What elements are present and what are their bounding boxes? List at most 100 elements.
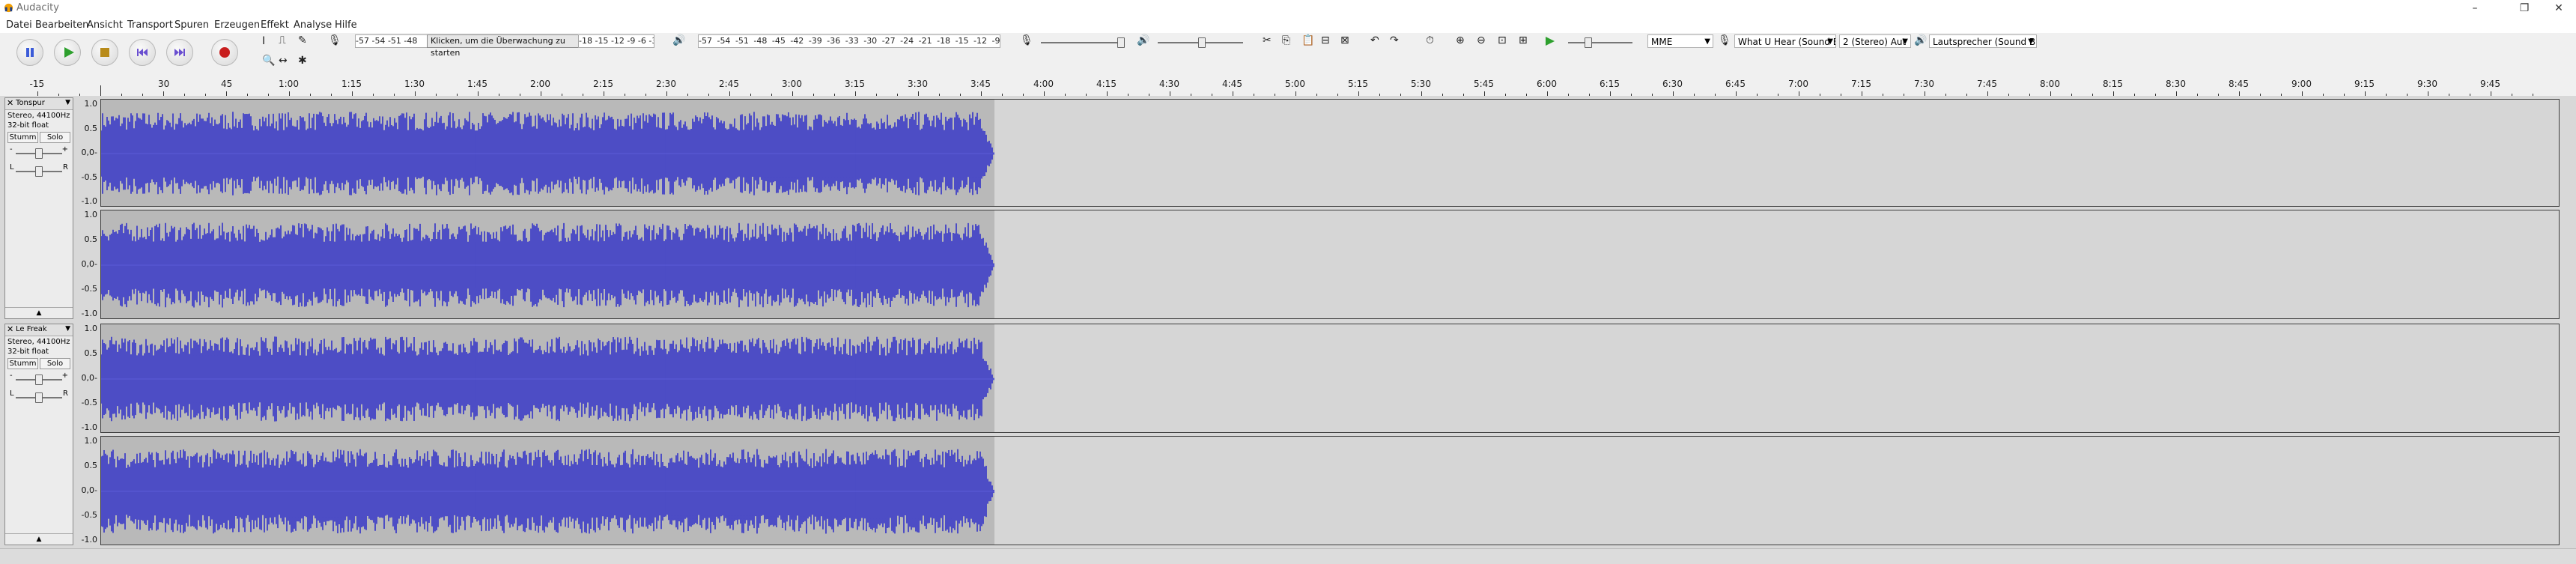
waveform (101, 449, 994, 534)
gain-knob[interactable] (35, 148, 43, 159)
redo-icon[interactable]: ↷ (1390, 34, 1399, 46)
ruler-zero-marker (100, 85, 101, 96)
ruler-label: 2:30 (656, 79, 676, 89)
pan-right-label: R (63, 389, 68, 398)
menu-hilfe[interactable]: Hilfe (335, 19, 357, 31)
close-track-icon[interactable]: ✕ (7, 324, 13, 334)
paste-icon[interactable]: 📋 (1301, 34, 1314, 46)
record-meter-tick: -57 (356, 36, 369, 46)
track-menu-arrow-icon[interactable]: ▼ (65, 325, 70, 333)
menu-analyse[interactable]: Analyse (294, 19, 332, 31)
mute-button[interactable]: Stumm (7, 132, 38, 143)
playback-meter-tick: -54 (717, 36, 731, 46)
menu-ansicht[interactable]: Ansicht (87, 19, 123, 31)
ruler-label: 3:00 (782, 79, 802, 89)
cut-icon[interactable]: ✂ (1263, 34, 1272, 46)
mute-button[interactable]: Stumm (7, 358, 38, 369)
play-speed-knob[interactable] (1585, 37, 1592, 48)
play-button[interactable] (54, 39, 81, 66)
waveform-channel[interactable] (100, 436, 2560, 545)
zoom-out-icon[interactable]: ⊖ (1477, 34, 1486, 46)
record-volume-knob[interactable] (1117, 37, 1125, 48)
title-bar: Audacity – ❐ ✕ (0, 0, 2576, 16)
amplitude-scale[interactable]: 1.0 0.5 0,0- -0.5 -1.0 (75, 324, 100, 433)
waveform-channel[interactable] (100, 210, 2560, 319)
ruler-label: 1:00 (279, 79, 299, 89)
record-volume-slider[interactable] (1041, 42, 1123, 43)
collapse-track-button[interactable]: ▲ (5, 307, 73, 318)
record-meter-tick: -15 (595, 36, 609, 46)
ruler-label: 4:00 (1033, 79, 1054, 89)
record-meter-tick: -9 (627, 36, 636, 46)
menu-bearbeiten[interactable]: Bearbeiten (35, 19, 88, 31)
pause-button[interactable] (16, 39, 43, 66)
skip-to-start-button[interactable] (129, 39, 156, 66)
menu-spuren[interactable]: Spuren (174, 19, 209, 31)
play-speed-slider[interactable] (1568, 42, 1632, 43)
microphone-icon[interactable]: 🎙 (328, 34, 341, 46)
waveform-channel[interactable] (100, 99, 2560, 207)
menu-erzeugen[interactable]: Erzeugen (214, 19, 260, 31)
record-meter-hint[interactable]: Klicken, um die Überwachung zu starten (427, 34, 580, 58)
recording-device-select[interactable]: What U Hear (Sound B ▼ (1734, 34, 1836, 48)
audio-host-select[interactable]: MME ▼ (1647, 34, 1713, 48)
record-meter-tick: -12 (610, 36, 625, 46)
solo-button[interactable]: Solo (40, 358, 70, 369)
track-header[interactable]: ✕ Le Freak ▼ (5, 324, 73, 336)
timeline-ruler[interactable]: -15 30 45 1:00 1:15 1:30 1:45 2:00 2:15 2:30 2:45 3… (0, 75, 2576, 97)
track-name[interactable]: Le Freak (16, 325, 47, 333)
collapse-track-button[interactable]: ▲ (5, 533, 73, 545)
recording-channels-select[interactable]: 2 (Stereo) Aut ▼ (1839, 34, 1911, 48)
envelope-tool-icon[interactable]: ⎍ (279, 34, 286, 46)
stop-button[interactable] (91, 39, 118, 66)
solo-button[interactable]: Solo (40, 132, 70, 143)
record-meter-tick: -54 (371, 36, 386, 46)
gain-minus-label: - (10, 145, 13, 154)
speaker-icon[interactable]: 🔊 (672, 34, 685, 46)
menu-datei[interactable]: Datei (6, 19, 32, 31)
pan-knob[interactable] (35, 392, 43, 403)
waveform-channel[interactable] (100, 324, 2560, 433)
amplitude-scale[interactable]: 1.0 0.5 0,0- -0.5 -1.0 (75, 436, 100, 545)
menu-transport[interactable]: Transport (127, 19, 173, 31)
timeshift-tool-icon[interactable]: ↔ (279, 55, 288, 67)
playback-meter-tick: -12 (973, 36, 987, 46)
multi-tool-icon[interactable]: ✱ (298, 55, 307, 67)
amplitude-scale[interactable]: 1.0 0.5 0,0- -0.5 -1.0 (75, 99, 100, 207)
playback-meter-tick: -45 (771, 36, 786, 46)
menu-effekt[interactable]: Effekt (261, 19, 289, 31)
ruler-label: 8:00 (2040, 79, 2060, 89)
amplitude-scale-label: 0.5 (84, 461, 98, 470)
undo-icon[interactable]: ↶ (1370, 34, 1379, 46)
ruler-label: 5:45 (1474, 79, 1494, 89)
fit-project-icon[interactable]: ⊞ (1519, 34, 1528, 46)
draw-tool-icon[interactable]: ✎ (298, 34, 307, 46)
silence-icon[interactable]: ⊠ (1340, 34, 1349, 46)
trim-icon[interactable]: ⊟ (1321, 34, 1330, 46)
close-window-button[interactable]: ✕ (2542, 0, 2576, 16)
selection-tool-icon[interactable]: I (262, 35, 265, 47)
zoom-tool-icon[interactable]: 🔍 (262, 55, 275, 67)
playback-volume-knob[interactable] (1198, 37, 1206, 48)
track-header[interactable]: ✕ Tonspur ▼ (5, 98, 73, 110)
close-track-icon[interactable]: ✕ (7, 98, 13, 108)
track-menu-arrow-icon[interactable]: ▼ (65, 99, 70, 106)
minimize-button[interactable]: – (2458, 0, 2492, 16)
playback-volume-speaker-icon: 🔊 (1137, 34, 1150, 46)
maximize-button[interactable]: ❐ (2507, 0, 2542, 16)
fit-selection-icon[interactable]: ⊡ (1498, 34, 1507, 46)
play-at-speed-icon[interactable] (1544, 35, 1556, 47)
zoom-in-icon[interactable]: ⊕ (1456, 34, 1465, 46)
track-name[interactable]: Tonspur (16, 99, 45, 107)
sync-lock-icon[interactable]: ⏱ (1426, 34, 1434, 46)
record-button[interactable] (211, 39, 238, 66)
gain-knob[interactable] (35, 375, 43, 385)
copy-icon[interactable]: ⎘ (1282, 34, 1290, 46)
playback-device-select[interactable]: Lautsprecher (Sound B ▼ (1929, 34, 2037, 48)
ruler-label: 6:15 (1600, 79, 1620, 89)
skip-to-end-button[interactable] (166, 39, 193, 66)
ruler-label: 30 (158, 79, 170, 89)
amplitude-scale[interactable]: 1.0 0.5 0,0- -0.5 -1.0 (75, 210, 100, 319)
playback-meter[interactable]: -57 -54 -51 -48 -45 -42 -39 -36 -33 -30 … (698, 34, 1000, 48)
pan-knob[interactable] (35, 166, 43, 177)
